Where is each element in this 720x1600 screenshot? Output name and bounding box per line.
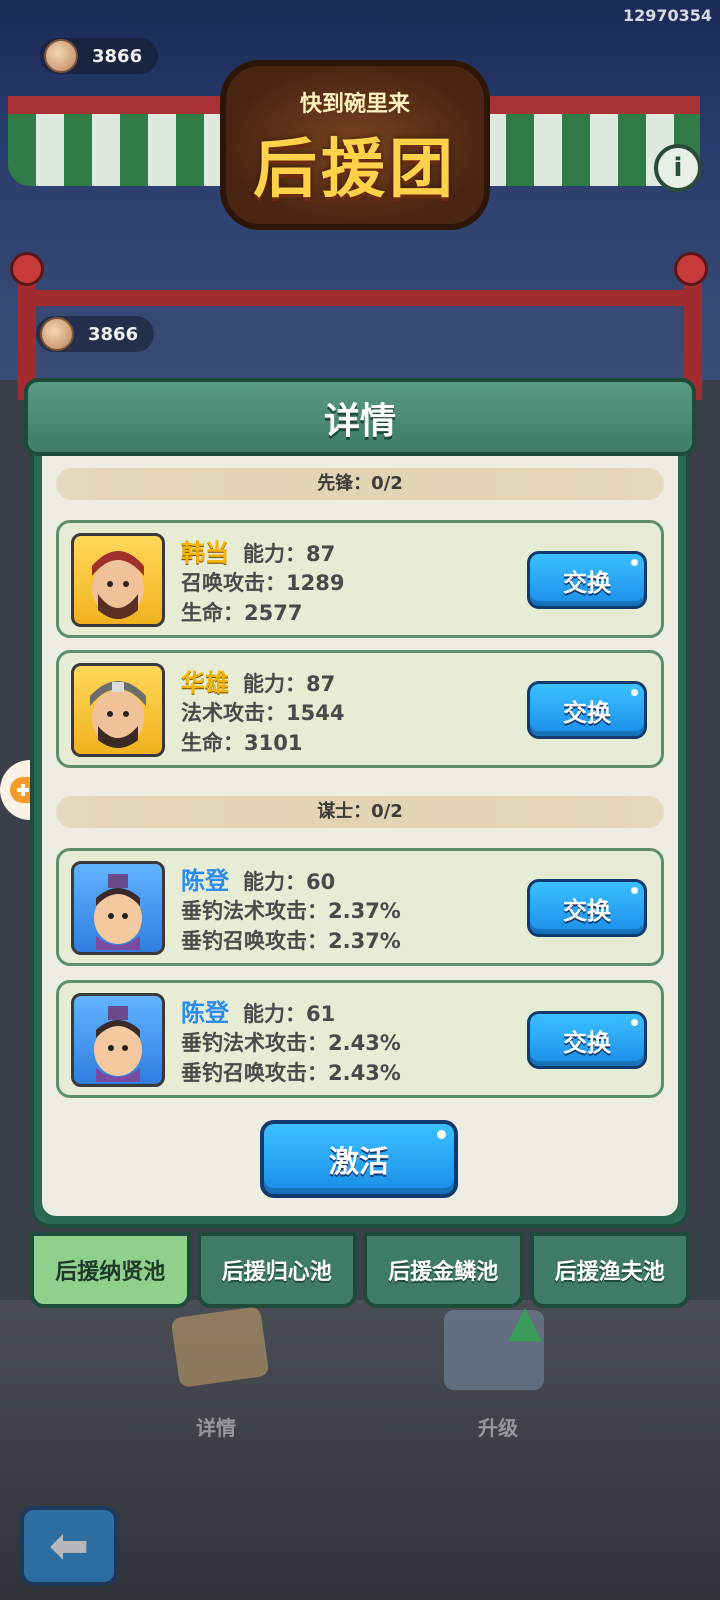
hero-portrait [71,993,165,1087]
tab-pool-1[interactable]: 后援纳贤池 [30,1232,191,1308]
activate-button[interactable]: 激活 [260,1120,458,1198]
coin-counter-top: 3866 [40,38,159,74]
pole-ornament-left [10,252,44,286]
dialog-body: 先锋：0/2 韩当 能力：87 召唤攻击：1289 生命：2577 交换 华雄 … [42,456,678,1216]
hero-portrait [71,861,165,955]
hero-name: 韩当 [181,539,229,567]
back-arrow-icon[interactable]: ⬅ [20,1506,118,1586]
scroll-icon[interactable] [170,1306,270,1388]
upgrade-label: 升级 [478,1416,518,1440]
tab-pool-3[interactable]: 后援金鳞池 [363,1232,524,1308]
hero-stat-2: 生命：2577 [181,601,303,625]
hero-stat-2: 垂钓召唤攻击：2.43% [181,1061,401,1085]
hero-stat-2: 生命：3101 [181,731,303,755]
section-header-strategist: 谋士：0/2 [56,796,664,828]
hero-card: 陈登 能力：61 垂钓法术攻击：2.43% 垂钓召唤攻击：2.43% 交换 [56,980,664,1098]
hero-name: 陈登 [181,999,229,1027]
coin-count: 3866 [92,45,143,67]
coin-counter-mid: 3866 [36,316,155,352]
swap-button[interactable]: 交换 [527,681,647,739]
upgrade-arrow-icon: ▲ [508,1296,542,1347]
hero-portrait [71,663,165,757]
hero-stat-1: 法术攻击：1544 [181,701,345,725]
info-icon[interactable]: i [654,144,702,192]
hero-ability: 能力：61 [243,1002,336,1026]
dialog-header: 详情 [24,378,696,456]
details-label: 详情 [196,1416,236,1440]
hero-ability: 能力：60 [243,870,336,894]
hero-portrait [71,533,165,627]
hero-stat-1: 垂钓法术攻击：2.43% [181,1031,401,1055]
tab-pool-2[interactable]: 后援归心池 [196,1232,357,1308]
banner-subtitle: 快到碗里来 [299,92,410,117]
hero-card: 华雄 能力：87 法术攻击：1544 生命：3101 交换 [56,650,664,768]
hero-name: 陈登 [181,867,229,895]
swap-button[interactable]: 交换 [527,1011,647,1069]
hero-list[interactable]: 先锋：0/2 韩当 能力：87 召唤攻击：1289 生命：2577 交换 华雄 … [42,456,678,1104]
swap-button[interactable]: 交换 [527,551,647,609]
coin-icon [44,39,78,73]
player-id: 12970354 [622,6,712,25]
red-rail [34,290,686,306]
coin-count: 3866 [88,323,139,345]
hero-card: 韩当 能力：87 召唤攻击：1289 生命：2577 交换 [56,520,664,638]
coin-icon [40,317,74,351]
hero-stat-1: 垂钓法术攻击：2.37% [181,899,401,923]
pole-ornament-right [674,252,708,286]
banner-title: 后援团 [253,133,457,207]
hero-stat-1: 召唤攻击：1289 [181,571,345,595]
hero-card: 陈登 能力：60 垂钓法术攻击：2.37% 垂钓召唤攻击：2.37% 交换 [56,848,664,966]
hero-ability: 能力：87 [243,542,336,566]
swap-button[interactable]: 交换 [527,879,647,937]
section-header-vanguard: 先锋：0/2 [56,468,664,500]
hero-stat-2: 垂钓召唤攻击：2.37% [181,929,401,953]
tab-pool-4[interactable]: 后援渔夫池 [529,1232,690,1308]
pool-tabs: 后援纳贤池 后援归心池 后援金鳞池 后援渔夫池 [30,1232,690,1310]
hero-name: 华雄 [181,669,229,697]
hero-ability: 能力：87 [243,672,336,696]
title-banner: 快到碗里来 后援团 [220,60,490,230]
dialog-title: 详情 [323,401,396,442]
